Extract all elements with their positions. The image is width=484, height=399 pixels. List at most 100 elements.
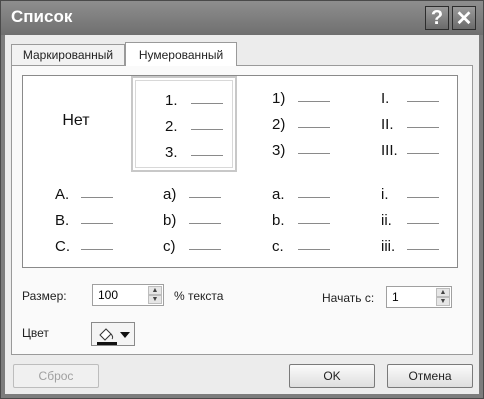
tab-label: Маркированный [22, 48, 114, 62]
start-up-icon[interactable]: ▲ [436, 288, 450, 297]
list-marker: c) [163, 238, 176, 255]
color-label: Цвет [22, 326, 49, 340]
list-style-row: 3) [240, 142, 346, 164]
help-icon: ? [430, 6, 444, 29]
list-style-option[interactable]: 1. 2. 3. [131, 76, 237, 172]
reset-label: Сброс [38, 369, 74, 383]
tab-label: Нумерованный [138, 47, 224, 62]
chevron-down-icon [120, 332, 130, 338]
list-line [298, 249, 330, 250]
list-line [189, 249, 221, 250]
list-line [191, 129, 223, 130]
list-marker: b) [163, 212, 177, 229]
list-marker: a. [272, 186, 285, 203]
list-line [191, 103, 223, 104]
start-value: 1 [392, 290, 399, 304]
list-dialog: Список ? ✕ Маркированный Нумерованный Не… [0, 0, 484, 399]
color-picker-button[interactable] [91, 322, 135, 346]
list-style-row: A. [23, 186, 129, 208]
dialog-title: Список [11, 7, 73, 26]
ok-label: OK [323, 369, 341, 383]
list-marker: II. [381, 116, 394, 133]
list-marker: b. [272, 212, 285, 229]
list-marker: iii. [381, 238, 396, 255]
list-marker: 1. [165, 92, 178, 109]
size-label: Размер: [22, 289, 67, 303]
close-button[interactable]: ✕ [452, 6, 476, 30]
list-line [407, 127, 439, 128]
none-option-label: Нет [62, 112, 90, 129]
list-marker: C. [55, 238, 70, 255]
list-line [81, 249, 113, 250]
list-line [407, 249, 439, 250]
list-style-row: C. [23, 238, 129, 260]
list-marker: 3) [272, 142, 286, 159]
start-label: Начать с: [322, 291, 375, 305]
list-line [81, 197, 113, 198]
list-style-row: b) [131, 212, 237, 234]
list-style-option[interactable]: a. b. c. [240, 172, 346, 268]
list-line [407, 153, 439, 154]
list-style-row: b. [240, 212, 346, 234]
list-line [298, 197, 330, 198]
size-suffix: % текста [174, 289, 224, 303]
list-marker: III. [381, 142, 398, 159]
list-style-row: i. [349, 186, 455, 208]
list-marker: i. [381, 186, 389, 203]
list-marker: ii. [381, 212, 392, 229]
title-bar: Список ? ✕ [1, 1, 483, 35]
list-style-option[interactable]: a) b) c) [131, 172, 237, 268]
list-line [407, 197, 439, 198]
help-button[interactable]: ? [425, 6, 449, 30]
list-style-row: iii. [349, 238, 455, 260]
list-line [81, 223, 113, 224]
list-line [189, 197, 221, 198]
list-style-row: ii. [349, 212, 455, 234]
list-marker: a) [163, 186, 177, 203]
close-icon: ✕ [455, 7, 473, 30]
list-style-row: I. [349, 90, 455, 112]
list-line [298, 101, 330, 102]
list-style-row: c) [131, 238, 237, 260]
list-style-option[interactable]: I. II. III. [349, 76, 455, 172]
list-line [298, 223, 330, 224]
list-marker: 3. [165, 144, 178, 161]
dialog-body: Маркированный Нумерованный Нет 1. 2. 3. 1) 2)… [5, 35, 479, 394]
list-style-row: 3. [133, 144, 235, 166]
list-marker: A. [55, 186, 70, 203]
list-style-option[interactable]: 1) 2) 3) [240, 76, 346, 172]
reset-button[interactable]: Сброс [13, 364, 99, 388]
list-style-option[interactable]: A. B. C. [23, 172, 129, 268]
start-down-icon[interactable]: ▼ [436, 297, 450, 306]
tab-bulleted[interactable]: Маркированный [11, 44, 125, 65]
size-value: 100 [98, 288, 119, 302]
list-line [298, 153, 330, 154]
cancel-button[interactable]: Отмена [387, 364, 473, 388]
cancel-label: Отмена [408, 369, 452, 383]
start-stepper[interactable]: 1 ▲ ▼ [386, 286, 452, 308]
size-up-icon[interactable]: ▲ [148, 286, 162, 295]
list-marker: 1) [272, 90, 286, 107]
list-style-row: 2. [133, 118, 235, 140]
list-line [407, 223, 439, 224]
list-line [407, 101, 439, 102]
list-style-row: a) [131, 186, 237, 208]
list-style-gallery: Нет 1. 2. 3. 1) 2) 3) I. II. III. A. B. C. a) b) c) a. b.… [22, 75, 458, 268]
tab-panel: Нет 1. 2. 3. 1) 2) 3) I. II. III. A. B. C. a) b) c) a. b.… [11, 65, 473, 355]
list-marker: c. [272, 238, 284, 255]
list-line [298, 127, 330, 128]
list-style-option[interactable]: Нет [23, 76, 129, 172]
list-style-row: c. [240, 238, 346, 260]
list-marker: 2. [165, 118, 178, 135]
ok-button[interactable]: OK [289, 364, 375, 388]
list-line [191, 155, 223, 156]
size-stepper[interactable]: 100 ▲ ▼ [92, 284, 164, 306]
list-style-row: 2) [240, 116, 346, 138]
tab-numbered[interactable]: Нумерованный [125, 42, 237, 66]
list-marker: 2) [272, 116, 286, 133]
list-style-row: II. [349, 116, 455, 138]
list-style-option[interactable]: i. ii. iii. [349, 172, 455, 268]
list-marker: I. [381, 90, 390, 107]
size-down-icon[interactable]: ▼ [148, 295, 162, 304]
list-line [189, 223, 221, 224]
